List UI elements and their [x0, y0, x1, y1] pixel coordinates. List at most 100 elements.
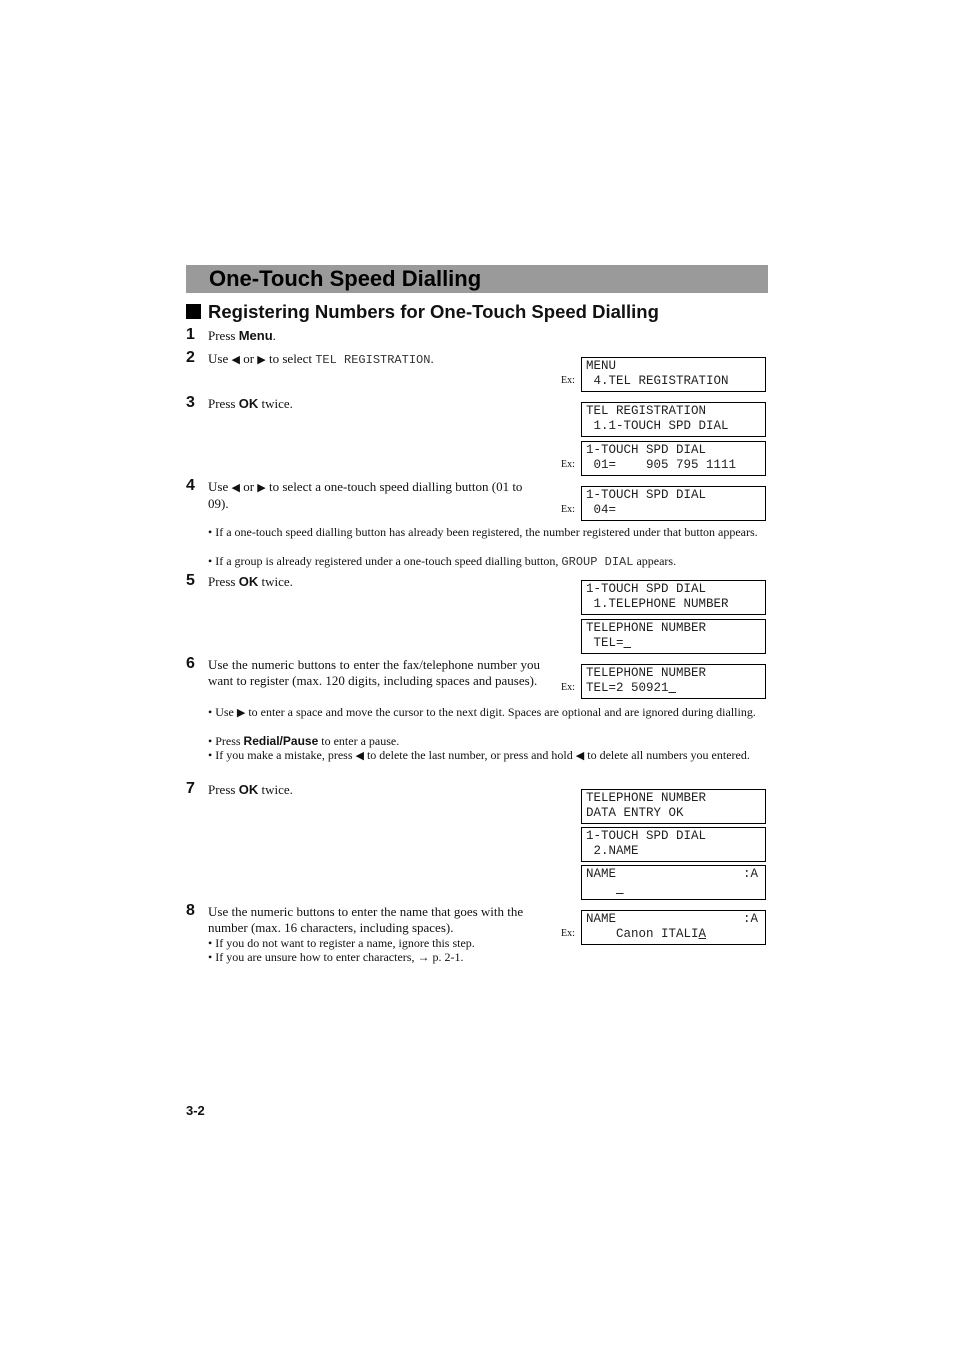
lcd-mode-indicator: :A: [742, 867, 758, 881]
lcd-display: TEL REGISTRATION 1.1-TOUCH SPD DIAL: [581, 402, 766, 437]
text-run: or: [239, 479, 258, 494]
text-run: Use: [208, 351, 232, 366]
text-run: • Use: [208, 705, 237, 719]
lcd-line-1: TEL REGISTRATION: [586, 404, 707, 418]
text-run: • Press: [208, 734, 244, 748]
text-run: twice.: [258, 396, 293, 411]
lcd-mode-indicator: :A: [742, 912, 758, 926]
lcd-line-2: 4.TEL REGISTRATION: [586, 373, 729, 388]
lcd-line-1: 1-TOUCH SPD DIAL: [586, 488, 707, 502]
lcd-line-2: Canon ITALI: [586, 926, 699, 941]
text-run: to delete the last number, or press and …: [363, 748, 576, 762]
lcd-line-1: TELEPHONE NUMBER: [586, 666, 707, 680]
lcd-display: 1-TOUCH SPD DIAL 01= 905 795 1111: [581, 441, 766, 476]
arrow-icon: ◀: [231, 354, 240, 366]
arrow-icon: ▶: [257, 354, 266, 366]
text-run: twice.: [258, 574, 293, 589]
button-name: Menu: [238, 328, 273, 343]
lcd-display: MENU 4.TEL REGISTRATION: [581, 357, 766, 392]
arrow-icon: ◀: [231, 482, 240, 494]
arrow-icon: ▶: [257, 482, 266, 494]
lcd-line-2: 01= 905 795 1111: [586, 457, 737, 472]
lcd-display: TELEPHONE NUMBER TEL=2 50921: [581, 664, 766, 699]
lcd-line-2: 2.NAME: [586, 843, 639, 858]
text-run: Press: [208, 574, 239, 589]
step-number: 3: [186, 394, 195, 411]
text-run: Press: [208, 396, 239, 411]
arrow-icon: ◀: [355, 750, 364, 762]
lcd-line-1: 1-TOUCH SPD DIAL: [586, 829, 707, 843]
lcd-line-1: NAME: [586, 867, 617, 881]
text-run: • If a one-touch speed dialling button h…: [208, 525, 758, 539]
lcd-display: TELEPHONE NUMBER TEL=: [581, 619, 766, 654]
lcd-display: 1-TOUCH SPD DIAL 1.TELEPHONE NUMBER: [581, 580, 766, 615]
lcd-line-2: 1.TELEPHONE NUMBER: [586, 596, 729, 611]
lcd-display: NAME :A: [581, 865, 766, 900]
step-number: 7: [186, 780, 195, 797]
lcd-cursor: [624, 636, 632, 650]
lcd-line-1: TELEPHONE NUMBER: [586, 791, 707, 805]
text-run: twice.: [258, 782, 293, 797]
text-run: to select: [265, 351, 316, 366]
lcd-line-1: NAME: [586, 912, 617, 926]
step-text: Press OK twice.: [208, 782, 538, 798]
lcd-display: 1-TOUCH SPD DIAL 04=: [581, 486, 766, 521]
bullet-note: • If you are unsure how to enter charact…: [208, 950, 774, 965]
button-name: OK: [238, 782, 259, 797]
text-run: appears.: [633, 554, 677, 568]
section-title: Registering Numbers for One-Touch Speed …: [208, 301, 659, 322]
lcd-line-2: TEL=2 50921: [586, 680, 669, 695]
step-text: Press OK twice.: [208, 574, 538, 590]
lcd-line-1: TELEPHONE NUMBER: [586, 621, 707, 635]
text-run: • If you make a mistake, press: [208, 748, 356, 762]
step-number: 1: [186, 326, 195, 343]
text-run: Use the numeric buttons to enter the nam…: [208, 904, 524, 935]
page-title: One-Touch Speed Dialling: [209, 266, 482, 291]
arrow-icon: ◀: [575, 750, 585, 762]
manual-page: One-Touch Speed Dialling Registering Num…: [0, 0, 954, 1351]
bullet-note: • If a group is already registered under…: [208, 554, 774, 570]
step-text: Use the numeric buttons to enter the fax…: [208, 657, 540, 689]
text-run: Use the numeric buttons to enter the fax…: [208, 657, 540, 688]
step-text: Press Menu.: [208, 328, 538, 344]
bullet-note: • If you make a mistake, press ◀ to dele…: [208, 748, 774, 764]
lcd-line-2: 04=: [586, 502, 617, 517]
step-text: Press OK twice.: [208, 396, 538, 412]
example-label: Ex:: [561, 459, 575, 470]
step-number: 6: [186, 655, 195, 672]
text-run: to enter a pause.: [318, 734, 400, 748]
bullet-note: • If a one-touch speed dialling button h…: [208, 525, 774, 540]
button-name: OK: [238, 396, 259, 411]
step-text: Use ◀ or ▶ to select a one-touch speed d…: [208, 479, 540, 512]
example-label: Ex:: [561, 375, 575, 386]
bullet-note: • Press Redial/Pause to enter a pause.: [208, 734, 774, 749]
example-label: Ex:: [561, 682, 575, 693]
display-text: TEL REGISTRATION: [315, 353, 431, 367]
lcd-line-2: [586, 882, 616, 896]
display-text: GROUP DIAL: [561, 555, 634, 569]
square-bullet-icon: [186, 304, 201, 319]
step-text: Use the numeric buttons to enter the nam…: [208, 904, 543, 936]
step-text: Use ◀ or ▶ to select TEL REGISTRATION.: [208, 351, 548, 368]
bullet-note: • Use ▶ to enter a space and move the cu…: [208, 705, 774, 721]
lcd-cursor: [616, 882, 624, 896]
text-run: • If a group is already registered under…: [208, 554, 562, 568]
lcd-line-1: 1-TOUCH SPD DIAL: [586, 443, 707, 457]
example-label: Ex:: [561, 928, 575, 939]
page-number: 3-2: [186, 1103, 205, 1118]
lcd-line-2: DATA ENTRY OK: [586, 805, 684, 820]
text-run: • If you do not want to register a name,…: [208, 936, 475, 950]
lcd-line-1: 1-TOUCH SPD DIAL: [586, 582, 707, 596]
button-name: Redial/Pause: [243, 734, 319, 748]
lcd-display: NAME:A Canon ITALIA: [581, 910, 766, 945]
example-label: Ex:: [561, 504, 575, 515]
lcd-cursor: [669, 681, 677, 695]
section-heading: Registering Numbers for One-Touch Speed …: [186, 301, 659, 323]
lcd-line-2: 1.1-TOUCH SPD DIAL: [586, 418, 729, 433]
text-run: to delete all numbers you entered.: [584, 748, 750, 762]
text-run: • If you are unsure how to enter charact…: [208, 950, 464, 964]
lcd-display: TELEPHONE NUMBER DATA ENTRY OK: [581, 789, 766, 824]
lcd-line-1: MENU: [586, 359, 617, 373]
text-run: Use: [208, 479, 232, 494]
step-number: 2: [186, 349, 195, 366]
